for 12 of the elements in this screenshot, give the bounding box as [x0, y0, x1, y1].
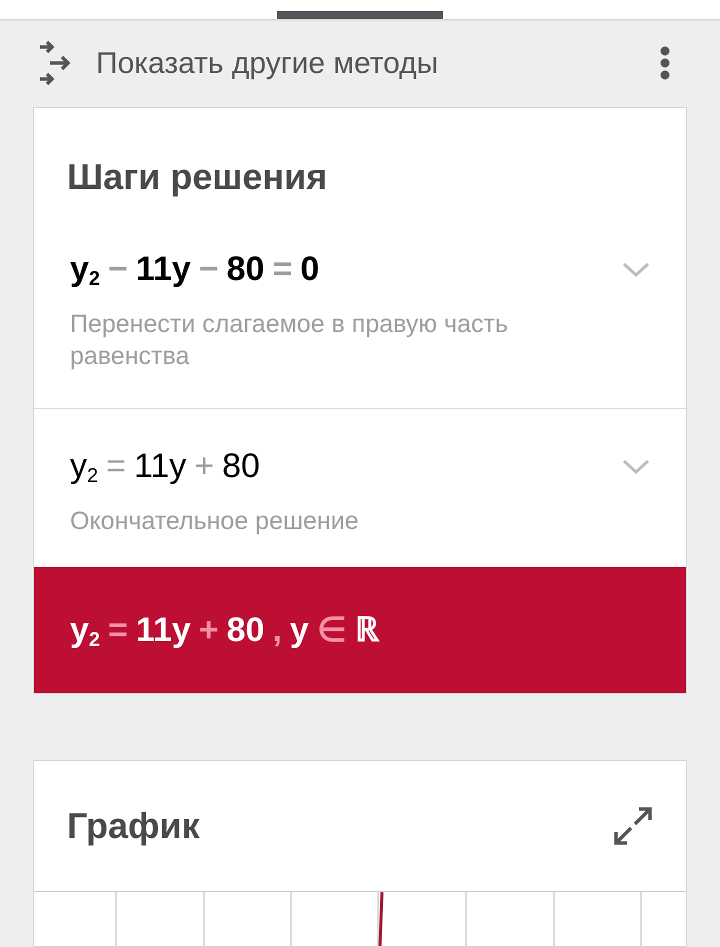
- equation: y$_{2}$ = 11y + 80 , y ∈ ℝ: [70, 613, 379, 647]
- more-icon[interactable]: [660, 46, 670, 80]
- show-other-methods[interactable]: Показать другие методы: [96, 40, 660, 86]
- card-title: График: [67, 804, 200, 848]
- drag-handle[interactable]: [277, 11, 443, 19]
- step-description: Окончательное решение: [70, 506, 360, 537]
- equation: y$_{2}$ = 11y + 80: [70, 449, 260, 483]
- card-title: Шаги решения: [66, 155, 328, 199]
- equation: y$_{2}$ − 11y − 80 = 0: [70, 252, 320, 286]
- expand-icon[interactable]: [613, 806, 653, 846]
- solution-step[interactable]: y$_{2}$ − 11y − 80 = 0 Перенести слагаемое в правую часть равенства: [34, 242, 686, 408]
- step-description: Перенести слагаемое в правую часть равенства: [70, 309, 509, 372]
